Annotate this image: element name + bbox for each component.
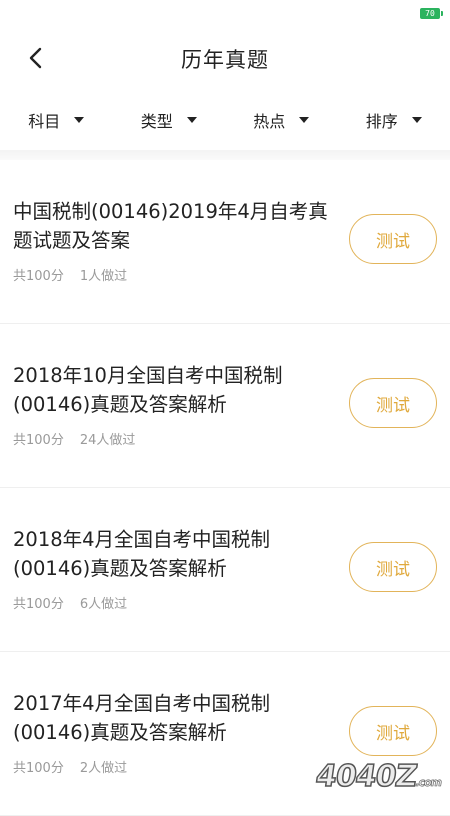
page-title: 历年真题 — [0, 44, 450, 74]
exam-done-count: 6人做过 — [80, 597, 127, 612]
exam-meta: 共100分 2人做过 — [13, 757, 127, 776]
exam-title: 2018年4月全国自考中国税制(00146)真题及答案解析 — [13, 525, 333, 583]
filter-label: 排序 — [366, 108, 398, 132]
exam-score: 共100分 — [13, 761, 64, 776]
list-item[interactable]: 2018年4月全国自考中国税制(00146)真题及答案解析 共100分6人做过 … — [0, 488, 450, 652]
exam-meta: 共100分 24人做过 — [13, 429, 135, 448]
battery-icon: 70 — [420, 8, 440, 19]
filter-label: 热点 — [253, 108, 285, 132]
list-item[interactable]: 2018年10月全国自考中国税制(00146)真题及答案解析 共100分 24人做… — [0, 324, 450, 488]
caret-down-icon — [412, 117, 422, 123]
exam-title: 2017年4月全国自考中国税制(00146)真题及答案解析 — [13, 689, 333, 747]
filter-subject[interactable]: 科目 — [0, 100, 113, 140]
exam-score: 共100分 — [13, 597, 64, 612]
status-bar: 70 — [0, 0, 450, 26]
filter-label: 类型 — [141, 108, 173, 132]
test-button[interactable]: 测试 — [349, 214, 437, 264]
test-button[interactable]: 测试 — [349, 542, 437, 592]
caret-down-icon — [187, 117, 197, 123]
exam-score: 共100分 — [13, 433, 64, 448]
test-button[interactable]: 测试 — [349, 378, 437, 428]
exam-title: 中国税制(00146)2019年4月自考真题试题及答案 — [13, 197, 333, 255]
divider — [0, 150, 450, 160]
exam-meta: 共100分 6人做过 — [13, 593, 127, 612]
exam-score: 共100分 — [13, 269, 64, 284]
exam-done-count: 1人做过 — [80, 269, 127, 284]
exam-meta: 共100分 1人做过 — [13, 265, 127, 284]
caret-down-icon — [74, 117, 84, 123]
filter-type[interactable]: 类型 — [113, 100, 226, 140]
filter-label: 科目 — [28, 108, 60, 132]
filter-sort[interactable]: 排序 — [338, 100, 450, 140]
caret-down-icon — [299, 117, 309, 123]
filter-hot[interactable]: 热点 — [225, 100, 338, 140]
exam-done-count: 2人做过 — [80, 761, 127, 776]
watermark-logo: 4040Z.com — [314, 759, 445, 794]
exam-done-count: 24人做过 — [80, 433, 136, 448]
exam-title: 2018年10月全国自考中国税制(00146)真题及答案解析 — [13, 361, 333, 419]
exam-list: 中国税制(00146)2019年4月自考真题试题及答案 共100分 1人做过 测试… — [0, 160, 450, 816]
list-item[interactable]: 中国税制(00146)2019年4月自考真题试题及答案 共100分 1人做过 测试 — [0, 160, 450, 324]
filter-bar: 科目 类型 热点 排序 — [0, 100, 450, 140]
header: 历年真题 — [0, 26, 450, 92]
watermark-suffix: .com — [415, 776, 443, 789]
test-button[interactable]: 测试 — [349, 706, 437, 756]
watermark-text: 4040Z — [314, 759, 419, 794]
